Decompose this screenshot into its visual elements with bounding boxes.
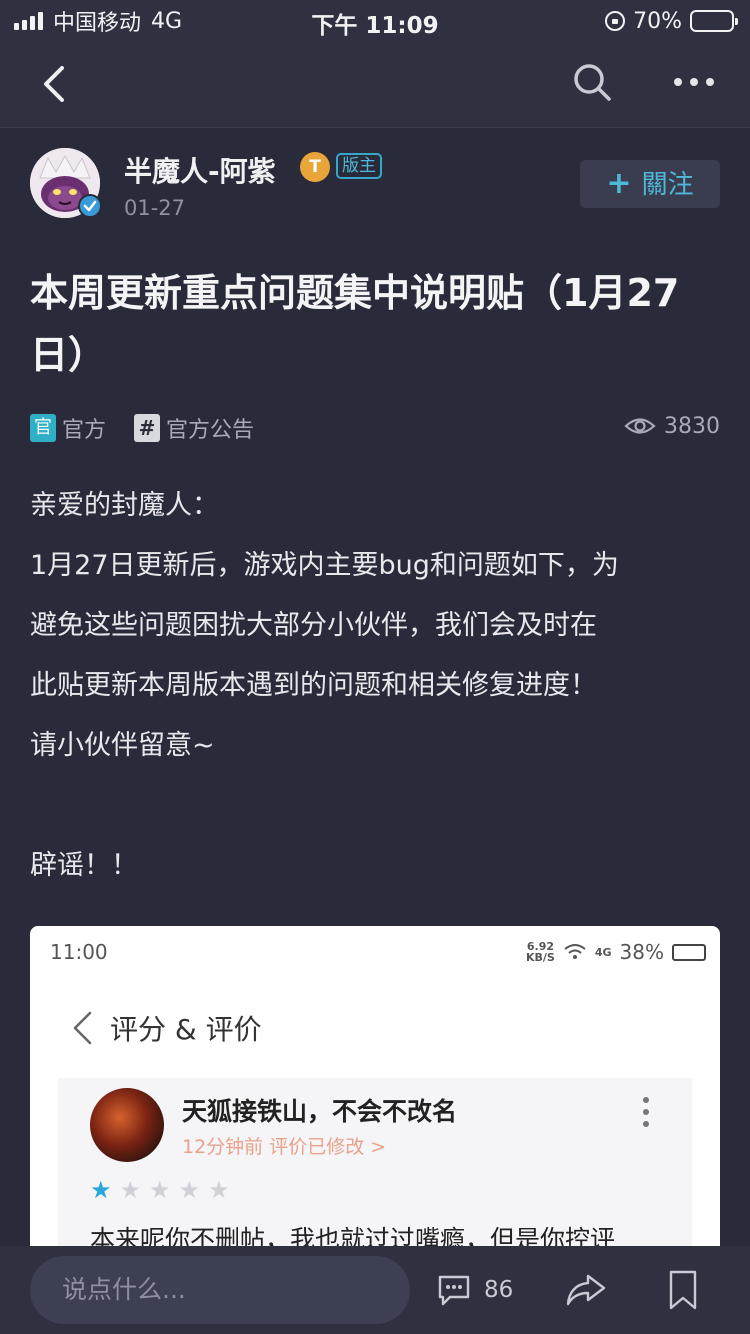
view-count: 3830 xyxy=(624,410,720,442)
body-line: 亲爱的封魔人： xyxy=(30,490,219,521)
bottom-bar: 说点什么... 86 xyxy=(0,1246,750,1334)
embed-time: 11:00 xyxy=(50,940,108,964)
embed-nav-title: 评分 & 评价 xyxy=(110,1013,262,1046)
embed-status-right: 6.92 KB/S 4G 38% xyxy=(526,940,706,964)
level-badge: T xyxy=(300,152,330,182)
body-line: 避免这些问题困扰大部分小伙伴，我们会及时在 xyxy=(30,610,597,641)
embed-review-text: 本来呢你不删帖，我也就过过嘴瘾，但是你控评 xyxy=(90,1225,616,1246)
status-right: 70% xyxy=(605,6,738,36)
author-name[interactable]: 半魔人-阿紫 xyxy=(124,150,276,190)
chevron-left-icon[interactable] xyxy=(34,62,78,106)
embed-review-card: 天狐接铁山，不会不改名 12分钟前 评价已修改 > ★ ★ ★ ★ ★ 本来呢你不删帖，… xyxy=(58,1078,692,1246)
body-line: 1月27日更新后，游戏内主要bug和问题如下，为 xyxy=(30,550,619,581)
tag-row: 官 官方 # 官方公告 3830 xyxy=(30,410,720,446)
embed-reviewer-name: 天狐接铁山，不会不改名 xyxy=(182,1097,458,1126)
status-bar: 中国移动 4G 下午 11:09 70% xyxy=(0,0,750,42)
bookmark-icon[interactable] xyxy=(666,1268,700,1312)
body-line: 请小伙伴留意~ xyxy=(30,730,215,761)
follow-button[interactable]: + 關注 xyxy=(580,160,720,208)
embed-star-rating: ★ ★ ★ ★ ★ xyxy=(90,1176,230,1204)
official-icon: 官 xyxy=(30,414,56,442)
share-icon[interactable] xyxy=(564,1268,608,1312)
embed-back-icon xyxy=(73,1011,92,1045)
embed-net-speed: 6.92 KB/S xyxy=(526,941,555,963)
nav-bar xyxy=(0,42,750,128)
star-icon: ★ xyxy=(178,1176,201,1204)
comment-input[interactable]: 说点什么... xyxy=(30,1256,410,1324)
tag-announcement-label: 官方公告 xyxy=(166,418,255,443)
body-line: 此贴更新本周版本遇到的问题和相关修复进度！ xyxy=(30,670,597,701)
battery-percent: 70% xyxy=(633,8,682,34)
embed-speed-unit: KB/S xyxy=(526,951,555,964)
embed-status-bar: 11:00 6.92 KB/S 4G 38% xyxy=(50,940,706,964)
star-icon: ★ xyxy=(119,1176,142,1204)
eye-icon xyxy=(624,418,656,434)
view-count-value: 3830 xyxy=(664,413,720,439)
follow-label: 關注 xyxy=(641,170,694,200)
post-title: 本周更新重点问题集中说明贴（1月27日） xyxy=(30,271,680,377)
moderator-badge: 版主 xyxy=(336,153,382,179)
post-date: 01-27 xyxy=(124,196,186,220)
comment-icon xyxy=(438,1275,470,1306)
body-blank-line xyxy=(30,776,720,836)
tag-official[interactable]: 官 官方 xyxy=(30,410,106,446)
embed-battery-icon xyxy=(672,943,706,961)
embed-battery-percent: 38% xyxy=(619,940,664,964)
tag-announcement[interactable]: # 官方公告 xyxy=(134,410,254,446)
author-row: 半魔人-阿紫 T 版主 01-27 + 關注 xyxy=(0,128,750,238)
post-body: 亲爱的封魔人： 1月27日更新后，游戏内主要bug和问题如下，为 避免这些问题困… xyxy=(30,476,720,896)
embed-nav: 评分 & 评价 xyxy=(70,1008,262,1048)
search-icon[interactable] xyxy=(570,60,614,104)
body-line: 辟谣！！ xyxy=(30,850,138,881)
embed-kebab-icon xyxy=(643,1097,649,1127)
wifi-icon xyxy=(564,944,586,959)
embedded-screenshot[interactable]: 11:00 6.92 KB/S 4G 38% 评分 & 评价 天狐接铁山，不会不… xyxy=(30,926,720,1246)
comment-button[interactable]: 86 xyxy=(436,1266,513,1314)
tag-official-label: 官方 xyxy=(62,418,107,443)
star-icon: ★ xyxy=(90,1176,112,1204)
star-icon: ★ xyxy=(208,1176,230,1204)
star-icon: ★ xyxy=(149,1176,171,1204)
plus-icon: + xyxy=(606,166,632,201)
embed-review-meta: 12分钟前 评价已修改 > xyxy=(182,1136,387,1158)
battery-icon xyxy=(690,10,738,32)
verified-icon xyxy=(78,194,102,218)
more-horizontal-icon[interactable] xyxy=(668,60,720,104)
embed-reviewer-avatar xyxy=(90,1088,164,1162)
hashtag-icon: # xyxy=(134,414,160,442)
orientation-lock-icon xyxy=(605,11,626,31)
comment-count: 86 xyxy=(484,1277,514,1303)
embed-network: 4G xyxy=(594,945,612,959)
